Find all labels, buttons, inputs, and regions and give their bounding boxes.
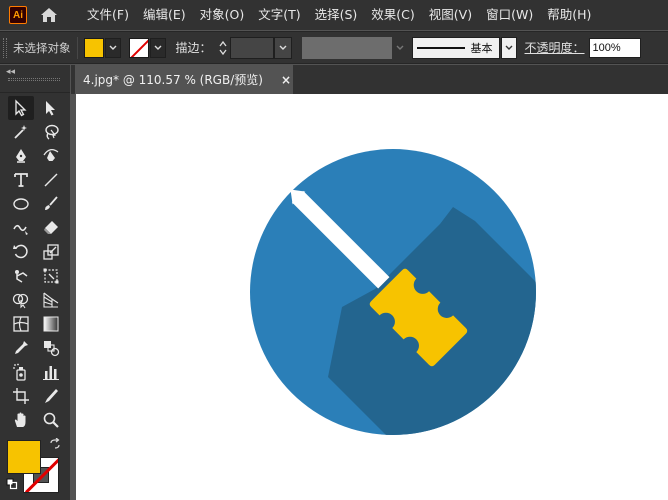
artboard-tool-icon[interactable]: [8, 384, 34, 408]
menu-object[interactable]: 对象(O): [193, 0, 252, 30]
lasso-tool-icon[interactable]: [38, 120, 64, 144]
screwdriver-artwork[interactable]: [250, 149, 536, 435]
app-logo: Ai: [9, 6, 27, 24]
chevron-down-icon: [396, 45, 404, 50]
stroke-color-dropdown[interactable]: [149, 37, 166, 58]
chevron-down-icon: [109, 45, 116, 50]
free-transform-tool-icon[interactable]: [38, 264, 64, 288]
chevron-down-icon: [505, 45, 513, 50]
divider: [76, 36, 78, 59]
menu-window[interactable]: 窗口(W): [479, 0, 540, 30]
mesh-tool-icon[interactable]: [8, 312, 34, 336]
default-fill-stroke-icon[interactable]: [6, 478, 18, 493]
direct-selection-tool-icon[interactable]: [38, 96, 64, 120]
hand-tool-icon[interactable]: [8, 408, 34, 432]
menu-type[interactable]: 文字(T): [251, 0, 307, 30]
stroke-weight-dropdown[interactable]: [273, 36, 292, 59]
menu-view[interactable]: 视图(V): [422, 0, 479, 30]
pen-tool-icon[interactable]: [8, 144, 34, 168]
selection-tool-icon[interactable]: [8, 96, 34, 120]
shape-builder-tool-icon[interactable]: [8, 288, 34, 312]
blend-tool-icon[interactable]: [38, 336, 64, 360]
home-icon[interactable]: [39, 5, 59, 25]
document-tab[interactable]: 4.jpg* @ 110.57 % (RGB/预览) ×: [75, 65, 293, 94]
menu-file[interactable]: 文件(F): [80, 0, 136, 30]
swap-fill-stroke-icon[interactable]: [49, 437, 61, 453]
scale-tool-icon[interactable]: [38, 240, 64, 264]
panel-grip[interactable]: [8, 78, 60, 81]
eyedropper-tool-icon[interactable]: [8, 336, 34, 360]
eraser-tool-icon[interactable]: [38, 216, 64, 240]
line-segment-tool-icon[interactable]: [38, 168, 64, 192]
puppet-warp-tool-icon[interactable]: [8, 264, 34, 288]
brush-dropdown[interactable]: [500, 36, 517, 59]
fill-color-swatch[interactable]: [7, 440, 41, 474]
chevron-down-icon: [279, 45, 287, 50]
stepper-arrows-icon: [218, 40, 227, 55]
tools-panel-header: ◂◂: [0, 65, 70, 93]
magic-wand-tool-icon[interactable]: [8, 120, 34, 144]
shaper-tool-icon[interactable]: [8, 216, 34, 240]
variable-width-profile[interactable]: [301, 36, 392, 59]
stroke-weight-stepper[interactable]: [216, 37, 230, 59]
brush-preview: [416, 46, 465, 49]
menu-bar: Ai 文件(F) 编辑(E) 对象(O) 文字(T) 选择(S) 效果(C) 视…: [0, 0, 668, 30]
tools-panel: ◂◂: [0, 65, 70, 500]
stroke-label: 描边：: [175, 41, 212, 55]
fill-dropdown[interactable]: [104, 37, 121, 58]
ellipse-tool-icon[interactable]: [8, 192, 34, 216]
column-graph-tool-icon[interactable]: [38, 360, 64, 384]
stroke-swatch[interactable]: [128, 37, 149, 58]
panel-grip[interactable]: [3, 37, 7, 58]
variable-width-dropdown[interactable]: [392, 37, 408, 59]
fill-swatch[interactable]: [83, 37, 104, 58]
opacity-input[interactable]: 100%: [588, 37, 641, 58]
menu-select[interactable]: 选择(S): [308, 0, 365, 30]
rotate-tool-icon[interactable]: [8, 240, 34, 264]
menu-help[interactable]: 帮助(H): [540, 0, 598, 30]
perspective-grid-tool-icon[interactable]: [38, 288, 64, 312]
curvature-tool-icon[interactable]: [38, 144, 64, 168]
close-icon[interactable]: ×: [281, 73, 291, 87]
gradient-tool-icon[interactable]: [38, 312, 64, 336]
type-tool-icon[interactable]: [8, 168, 34, 192]
opacity-label[interactable]: 不透明度：: [525, 39, 585, 56]
document-tab-bar: 4.jpg* @ 110.57 % (RGB/预览) ×: [71, 65, 668, 94]
symbol-sprayer-tool-icon[interactable]: [8, 360, 34, 384]
document-tab-title: 4.jpg* @ 110.57 % (RGB/预览): [83, 73, 263, 87]
brush-name: 基本: [470, 41, 493, 55]
paintbrush-tool-icon[interactable]: [38, 192, 64, 216]
collapse-icon[interactable]: ◂◂: [6, 67, 15, 77]
chevron-down-icon: [154, 45, 161, 50]
slice-tool-icon[interactable]: [38, 384, 64, 408]
control-bar: 未选择对象 描边： 基本 不透明度： 100%: [0, 31, 668, 64]
zoom-tool-icon[interactable]: [38, 408, 64, 432]
menu-effect[interactable]: 效果(C): [364, 0, 421, 30]
stroke-weight-input[interactable]: [229, 36, 274, 59]
brush-definition[interactable]: 基本: [411, 36, 500, 59]
artboard-canvas[interactable]: [76, 94, 668, 500]
selection-status: 未选择对象: [13, 40, 71, 55]
menu-edit[interactable]: 编辑(E): [136, 0, 193, 30]
